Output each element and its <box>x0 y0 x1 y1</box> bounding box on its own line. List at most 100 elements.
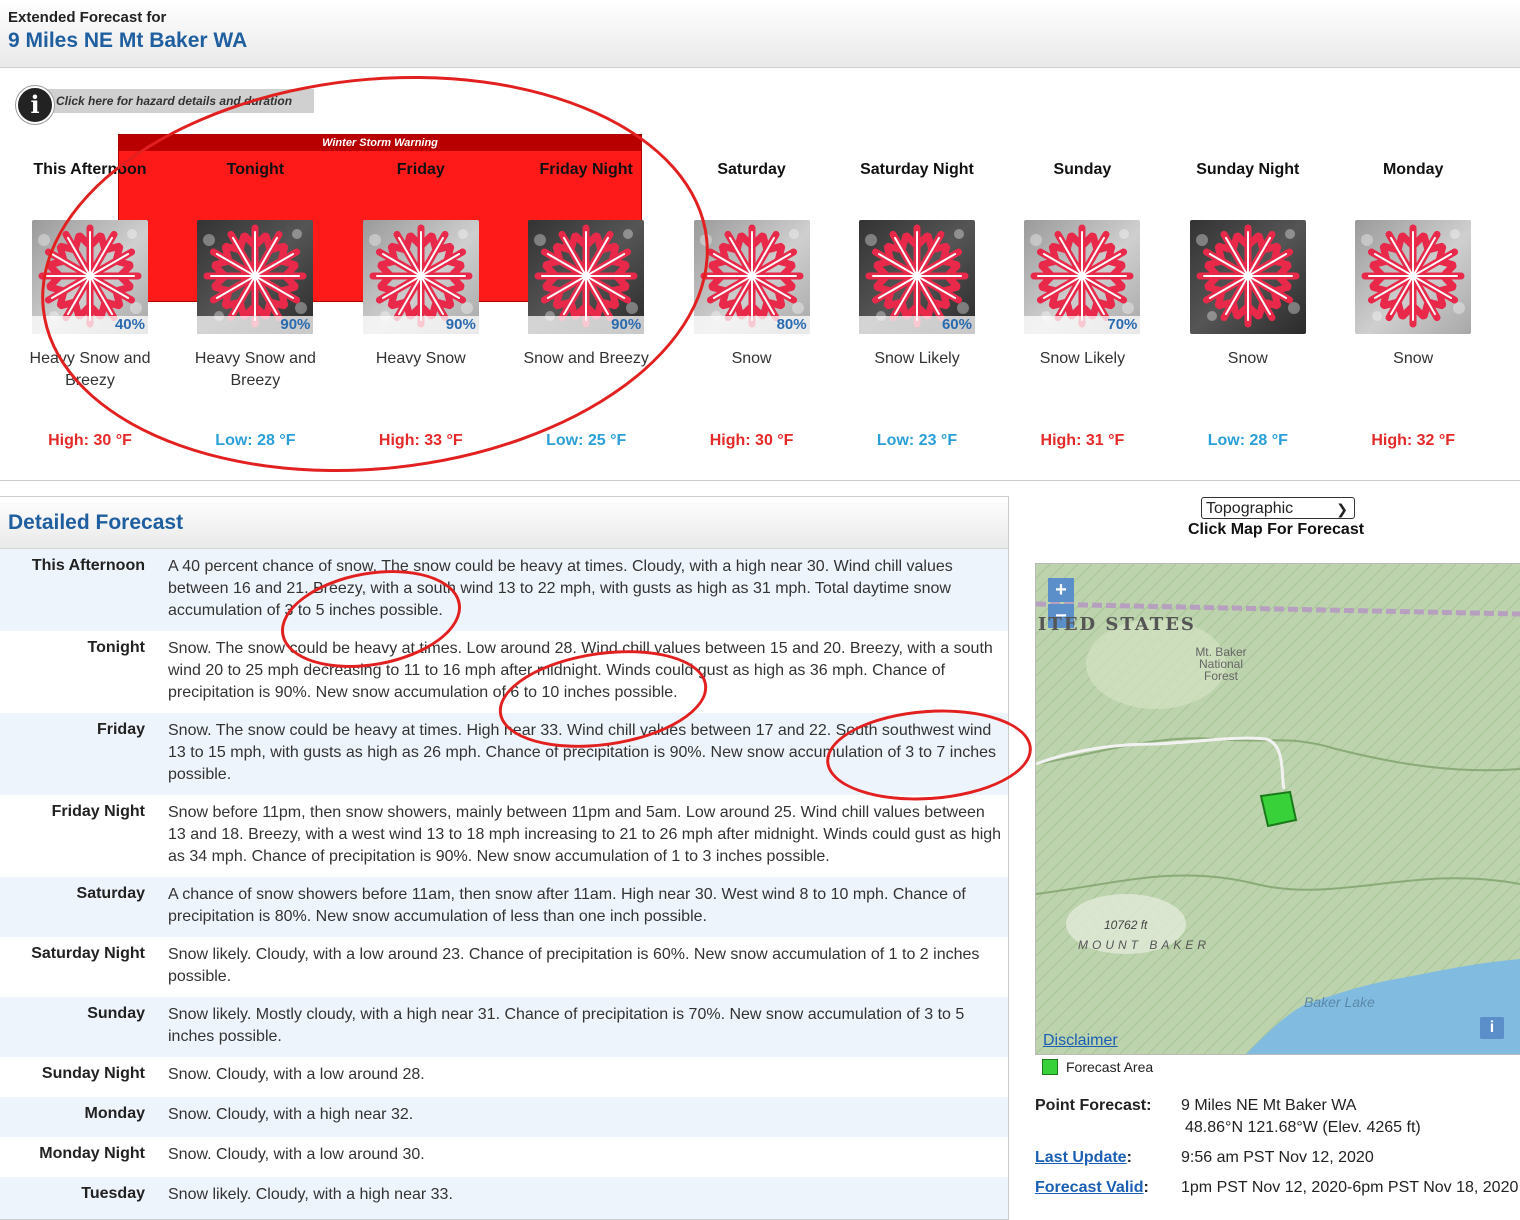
weather-icon[interactable]: 60% <box>859 220 975 334</box>
zoom-in-button[interactable]: + <box>1048 578 1074 602</box>
detailed-period-text: Snow likely. Mostly cloudy, with a high … <box>168 1006 965 1045</box>
point-coords: 48.86°N 121.68°W (Elev. 4265 ft) <box>1185 1119 1421 1136</box>
detailed-forecast-row: Saturday Night Snow likely. Cloudy, with … <box>0 937 1008 997</box>
forecast-area-swatch <box>1042 1059 1058 1075</box>
weather-icon[interactable]: 70% <box>1024 220 1141 334</box>
detailed-period-text: Snow. Cloudy, with a low around 28. <box>168 1066 425 1083</box>
forecast-period[interactable]: This Afternoon 40% Heavy Snow and Breezy Hi… <box>15 158 165 450</box>
hazard-details-label: Click here for hazard details and durati… <box>56 94 293 108</box>
detailed-period-label: Monday <box>84 1105 145 1122</box>
period-temperature: High: 30 °F <box>48 432 132 449</box>
click-map-label: Click Map For Forecast <box>1188 521 1365 538</box>
weather-icon[interactable]: 40% <box>32 220 148 334</box>
detailed-period-text: A 40 percent chance of snow. The snow co… <box>168 558 953 619</box>
last-update-label: Last Update: <box>1035 1149 1132 1166</box>
forecast-valid-value: 1pm PST Nov 12, 2020-6pm PST Nov 18, 202… <box>1181 1179 1519 1196</box>
short-description: Snow and Breezy <box>523 350 649 367</box>
detailed-forecast-title: Detailed Forecast <box>8 511 184 534</box>
detailed-forecast-row: Friday Snow. The snow could be heavy at t… <box>0 713 1008 795</box>
period-name: This Afternoon <box>33 161 147 178</box>
short-description: Heavy Snow and Breezy <box>29 350 151 389</box>
weather-icon[interactable]: 90% <box>362 220 479 334</box>
point-forecast-label: Point Forecast: <box>1035 1097 1152 1114</box>
period-name: Saturday Night <box>860 161 974 178</box>
map-terrain <box>1036 564 1520 1054</box>
period-name: Friday Night <box>539 161 633 178</box>
last-update-link[interactable]: Last Update <box>1035 1149 1127 1166</box>
detailed-forecast-row: This Afternoon A 40 percent chance of sno… <box>0 549 1008 631</box>
period-temperature: Low: 25 °F <box>546 432 627 449</box>
period-name: Sunday <box>1053 161 1112 178</box>
precip-chance: 80% <box>693 316 810 334</box>
precip-chance: 90% <box>362 316 479 334</box>
short-description: Snow <box>1227 350 1268 367</box>
weather-icon[interactable]: 80% <box>693 220 810 334</box>
chevron-down-icon: ❯ <box>1336 501 1348 517</box>
page-header: Extended Forecast for 9 Miles NE Mt Bake… <box>0 0 1520 68</box>
elevation-label: 10762 ft <box>1104 918 1148 932</box>
detailed-period-label: Tonight <box>87 639 145 656</box>
detailed-period-text: Snow. The snow could be heavy at times. … <box>168 640 993 701</box>
detailed-period-text: Snow. Cloudy, with a high near 32. <box>168 1106 414 1123</box>
weather-icon[interactable]: 90% <box>528 220 645 334</box>
period-name: Friday <box>396 161 445 178</box>
period-temperature: Low: 28 °F <box>215 432 296 449</box>
detailed-period-label: Sunday Night <box>41 1065 145 1082</box>
header-line1: Extended Forecast for <box>8 9 167 26</box>
forecast-period[interactable]: Monday Snow High: 32 °F <box>1338 158 1488 450</box>
short-description: Heavy Snow and Breezy <box>194 350 316 389</box>
precip-chance: 90% <box>197 316 314 334</box>
forecast-map[interactable]: + − ITED STATES Mt. Baker National Fores… <box>1035 563 1520 1055</box>
precip-chance: 40% <box>32 316 148 334</box>
lake-label: Baker Lake <box>1304 994 1375 1010</box>
detailed-forecast-row: Tonight Snow. The snow could be heavy at … <box>0 631 1008 713</box>
forecast-valid-label: Forecast Valid: <box>1035 1179 1149 1196</box>
precip-chance: 70% <box>1024 316 1141 334</box>
forecast-period[interactable]: Saturday Night 60% Snow Likely Low: 23 °F <box>842 158 992 450</box>
forecast-valid-link[interactable]: Forecast Valid <box>1035 1179 1144 1196</box>
weather-icon[interactable] <box>1189 220 1306 334</box>
detailed-forecast-row: Monday Snow. Cloudy, with a high near 32. <box>0 1097 1008 1137</box>
last-update-value: 9:56 am PST Nov 12, 2020 <box>1181 1149 1374 1166</box>
forecast-period[interactable]: Friday 90% Heavy Snow High: 33 °F <box>346 158 496 450</box>
short-description: Snow <box>1393 350 1434 367</box>
detailed-period-label: Friday <box>96 721 145 738</box>
forecast-period[interactable]: Sunday 70% Snow Likely High: 31 °F <box>1007 158 1157 450</box>
forecast-period[interactable]: Sunday Night Snow Low: 28 °F <box>1173 158 1323 450</box>
detailed-period-label: This Afternoon <box>31 557 145 574</box>
detailed-forecast-row: Monday Night Snow. Cloudy, with a low aro… <box>0 1137 1008 1177</box>
forecast-period[interactable]: Tonight 90% Heavy Snow and Breezy Low: 28 °… <box>180 158 330 450</box>
precip-chance: 90% <box>528 316 645 334</box>
detailed-period-label: Friday Night <box>51 803 145 820</box>
short-description: Snow Likely <box>1039 350 1126 367</box>
forecast-period[interactable]: Friday Night 90% Snow and Breezy Low: 25 °F <box>511 158 661 450</box>
detailed-period-text: Snow likely. Cloudy, with a low around 2… <box>168 946 980 985</box>
hazard-details-button[interactable]: Click here for hazard details and durati… <box>16 86 314 124</box>
detailed-period-label: Tuesday <box>81 1185 145 1202</box>
warning-label: Winter Storm Warning <box>119 135 641 151</box>
short-description: Snow <box>731 350 772 367</box>
period-name: Monday <box>1382 161 1444 178</box>
disclaimer-link[interactable]: Disclaimer <box>1043 1032 1118 1050</box>
info-icon[interactable]: i <box>16 86 54 124</box>
map-type-select[interactable]: Topographic ❯ <box>1201 497 1355 519</box>
point-forecast-value: 9 Miles NE Mt Baker WA <box>1181 1097 1357 1114</box>
detailed-period-text: Snow. The snow could be heavy at times. … <box>168 722 997 783</box>
detailed-period-text: Snow before 11pm, then snow showers, mai… <box>168 804 1002 865</box>
detailed-period-label: Saturday <box>76 885 145 902</box>
weather-icon[interactable] <box>1355 220 1472 334</box>
weather-icon[interactable]: 90% <box>197 220 314 334</box>
detailed-period-label: Sunday <box>87 1005 145 1022</box>
short-description: Snow Likely <box>874 350 960 367</box>
precip-chance: 60% <box>859 316 975 334</box>
mountain-label: MOUNT BAKER <box>1078 938 1211 952</box>
period-temperature: High: 32 °F <box>1371 432 1456 449</box>
detailed-period-text: Snow. Cloudy, with a low around 30. <box>168 1146 425 1163</box>
forecast-period[interactable]: Saturday 80% Snow High: 30 °F <box>677 158 827 450</box>
period-temperature: Low: 23 °F <box>876 432 958 449</box>
period-temperature: High: 31 °F <box>1040 432 1125 449</box>
period-name: Tonight <box>226 161 285 178</box>
short-description: Heavy Snow <box>375 350 466 367</box>
detailed-forecast-row: Sunday Night Snow. Cloudy, with a low aro… <box>0 1057 1008 1097</box>
map-info-button[interactable]: i <box>1480 1017 1504 1039</box>
